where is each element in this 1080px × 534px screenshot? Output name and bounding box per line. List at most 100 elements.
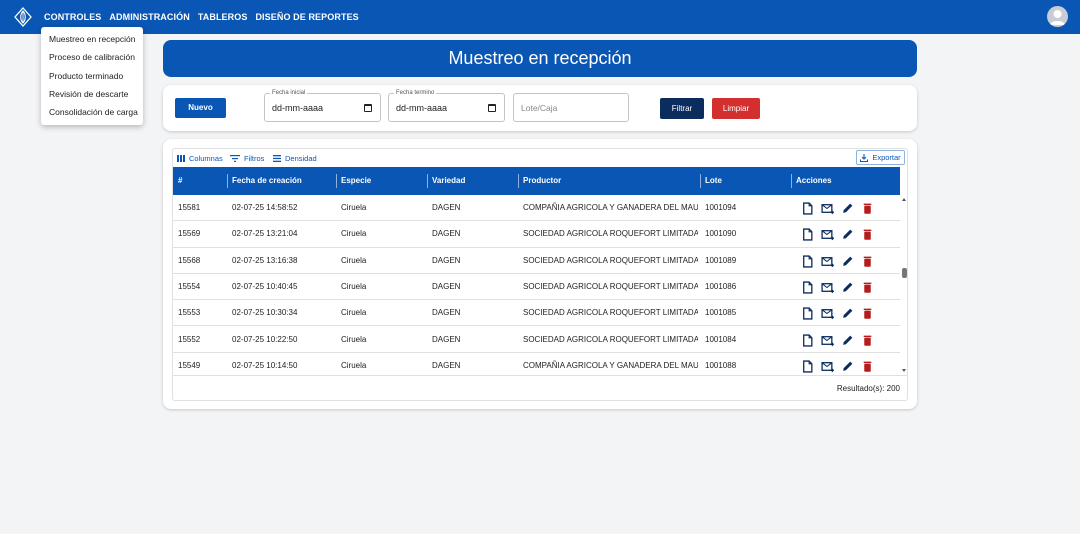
table-row[interactable]: 15549 02-07-25 10:14:50 Ciruela DAGEN COMPAÑ… xyxy=(173,353,900,375)
export-label: Exportar xyxy=(872,153,901,162)
column-header-especie[interactable]: Especie xyxy=(336,167,371,195)
document-icon[interactable] xyxy=(801,333,814,352)
row-variedad: DAGEN xyxy=(432,281,461,291)
row-actions xyxy=(801,333,874,352)
table-row[interactable]: 15554 02-07-25 10:40:45 Ciruela DAGEN SOCIED… xyxy=(173,274,900,301)
document-icon[interactable] xyxy=(801,281,814,299)
user-avatar[interactable] xyxy=(1047,6,1068,27)
clear-button[interactable]: Limpiar xyxy=(712,98,760,119)
menu-item-proceso-de-calibracion[interactable]: Proceso de calibración xyxy=(41,48,143,66)
edit-icon[interactable] xyxy=(841,202,854,220)
row-id: 15554 xyxy=(178,281,201,291)
delete-icon[interactable] xyxy=(861,334,874,352)
edit-icon[interactable] xyxy=(841,255,854,273)
density-label: Densidad xyxy=(285,154,317,163)
delete-icon[interactable] xyxy=(861,307,874,325)
edit-icon[interactable] xyxy=(841,360,854,375)
scroll-up-arrow-icon[interactable] xyxy=(902,198,906,201)
row-variedad: DAGEN xyxy=(432,203,461,212)
nav-administracion[interactable]: ADMINISTRACIÓN xyxy=(109,12,189,22)
filter-button[interactable]: Filtrar xyxy=(660,98,704,119)
row-especie: Ciruela xyxy=(341,229,367,239)
row-actions xyxy=(801,255,874,273)
scrollbar-thumb[interactable] xyxy=(902,268,907,278)
menu-item-consolidacion-de-carga[interactable]: Consolidación de carga xyxy=(41,103,143,121)
delete-icon[interactable] xyxy=(861,255,874,273)
lot-input-placeholder: Lote/Caja xyxy=(521,103,558,113)
company-logo-icon[interactable] xyxy=(13,7,33,27)
delete-icon[interactable] xyxy=(861,360,874,375)
row-actions xyxy=(801,281,874,299)
density-button[interactable]: Densidad xyxy=(273,154,317,163)
document-icon[interactable] xyxy=(801,255,814,273)
row-variedad: DAGEN xyxy=(432,308,461,318)
export-button[interactable]: Exportar xyxy=(856,150,905,165)
filters-button[interactable]: Filtros xyxy=(230,154,264,163)
row-fecha-de-creacion: 02-07-25 13:16:38 xyxy=(232,255,298,265)
column-header-id[interactable]: # xyxy=(173,167,182,195)
table-row[interactable]: 15569 02-07-25 13:21:04 Ciruela DAGEN SOCIED… xyxy=(173,221,900,248)
column-header-fecha-de-creacion[interactable]: Fecha de creación xyxy=(227,167,302,195)
nav-diseno-de-reportes[interactable]: DISEÑO DE REPORTES xyxy=(255,12,358,22)
document-icon[interactable] xyxy=(801,360,814,375)
table-row[interactable]: 15581 02-07-25 14:58:52 Ciruela DAGEN COMPAÑ… xyxy=(173,195,900,222)
row-actions xyxy=(801,202,874,220)
menu-item-muestreo-en-recepcion[interactable]: Muestreo en recepción xyxy=(41,30,143,48)
nav-tableros[interactable]: TABLEROS xyxy=(198,12,248,22)
column-header-lote[interactable]: Lote xyxy=(700,167,722,195)
row-id: 15569 xyxy=(178,229,201,239)
send-email-icon[interactable] xyxy=(821,334,835,352)
menu-item-producto-terminado[interactable]: Producto terminado xyxy=(41,67,143,85)
lot-input[interactable]: Lote/Caja xyxy=(513,93,629,122)
nav-controles[interactable]: CONTROLES xyxy=(44,12,101,22)
row-variedad: DAGEN xyxy=(432,360,461,370)
table-scrollbar[interactable] xyxy=(900,195,909,375)
send-email-icon[interactable] xyxy=(821,228,835,246)
edit-icon[interactable] xyxy=(841,307,854,325)
row-id: 15553 xyxy=(178,308,201,318)
row-productor: COMPAÑIA AGRICOLA Y GANADERA DEL MAUL... xyxy=(523,360,698,370)
column-header-acciones: Acciones xyxy=(796,176,832,185)
delete-icon[interactable] xyxy=(861,281,874,299)
row-id: 15549 xyxy=(178,360,201,370)
delete-icon[interactable] xyxy=(861,202,874,220)
send-email-icon[interactable] xyxy=(821,307,835,325)
document-icon[interactable] xyxy=(801,202,814,220)
send-email-icon[interactable] xyxy=(821,360,835,375)
row-lote: 1001086 xyxy=(705,281,737,291)
menu-item-revision-de-descarte[interactable]: Revisión de descarte xyxy=(41,85,143,103)
document-icon[interactable] xyxy=(801,228,814,246)
table-row[interactable]: 15568 02-07-25 13:16:38 Ciruela DAGEN SOCIED… xyxy=(173,248,900,274)
row-fecha-de-creacion: 02-07-25 10:22:50 xyxy=(232,334,298,344)
edit-icon[interactable] xyxy=(841,334,854,352)
calendar-icon[interactable] xyxy=(364,104,372,112)
grid-toolbar: Columnas Filtros Densidad Exportar xyxy=(173,149,907,167)
table-row[interactable]: 15552 02-07-25 10:22:50 Ciruela DAGEN SOCIED… xyxy=(173,327,900,353)
density-icon xyxy=(273,155,281,162)
scroll-down-arrow-icon[interactable] xyxy=(902,369,906,372)
edit-icon[interactable] xyxy=(841,281,854,299)
new-button[interactable]: Nuevo xyxy=(175,98,226,118)
start-date-label: Fecha inicial xyxy=(270,89,308,97)
grid-footer: Resultado(s): 200 xyxy=(173,375,907,401)
column-header-variedad[interactable]: Variedad xyxy=(427,167,465,195)
delete-icon[interactable] xyxy=(861,228,874,246)
send-email-icon[interactable] xyxy=(821,281,835,299)
columns-button[interactable]: Columnas xyxy=(177,154,223,163)
start-date-value: dd-mm-aaaa xyxy=(272,103,324,113)
column-header-productor[interactable]: Productor xyxy=(518,167,561,195)
send-email-icon[interactable] xyxy=(821,202,835,220)
results-card: Columnas Filtros Densidad Exportar # Fec… xyxy=(163,139,917,409)
end-date-field[interactable]: Fecha termino dd-mm-aaaa xyxy=(388,89,505,122)
edit-icon[interactable] xyxy=(841,228,854,246)
document-icon[interactable] xyxy=(801,307,814,325)
row-lote: 1001084 xyxy=(705,334,737,344)
row-variedad: DAGEN xyxy=(432,229,461,239)
filter-panel: Nuevo Fecha inicial dd-mm-aaaa Fecha ter… xyxy=(163,85,917,131)
start-date-field[interactable]: Fecha inicial dd-mm-aaaa xyxy=(264,89,381,122)
row-variedad: DAGEN xyxy=(432,255,461,265)
row-especie: Ciruela xyxy=(341,360,367,370)
calendar-icon[interactable] xyxy=(488,104,496,112)
table-row[interactable]: 15553 02-07-25 10:30:34 Ciruela DAGEN SOCIED… xyxy=(173,300,900,327)
send-email-icon[interactable] xyxy=(821,255,835,273)
